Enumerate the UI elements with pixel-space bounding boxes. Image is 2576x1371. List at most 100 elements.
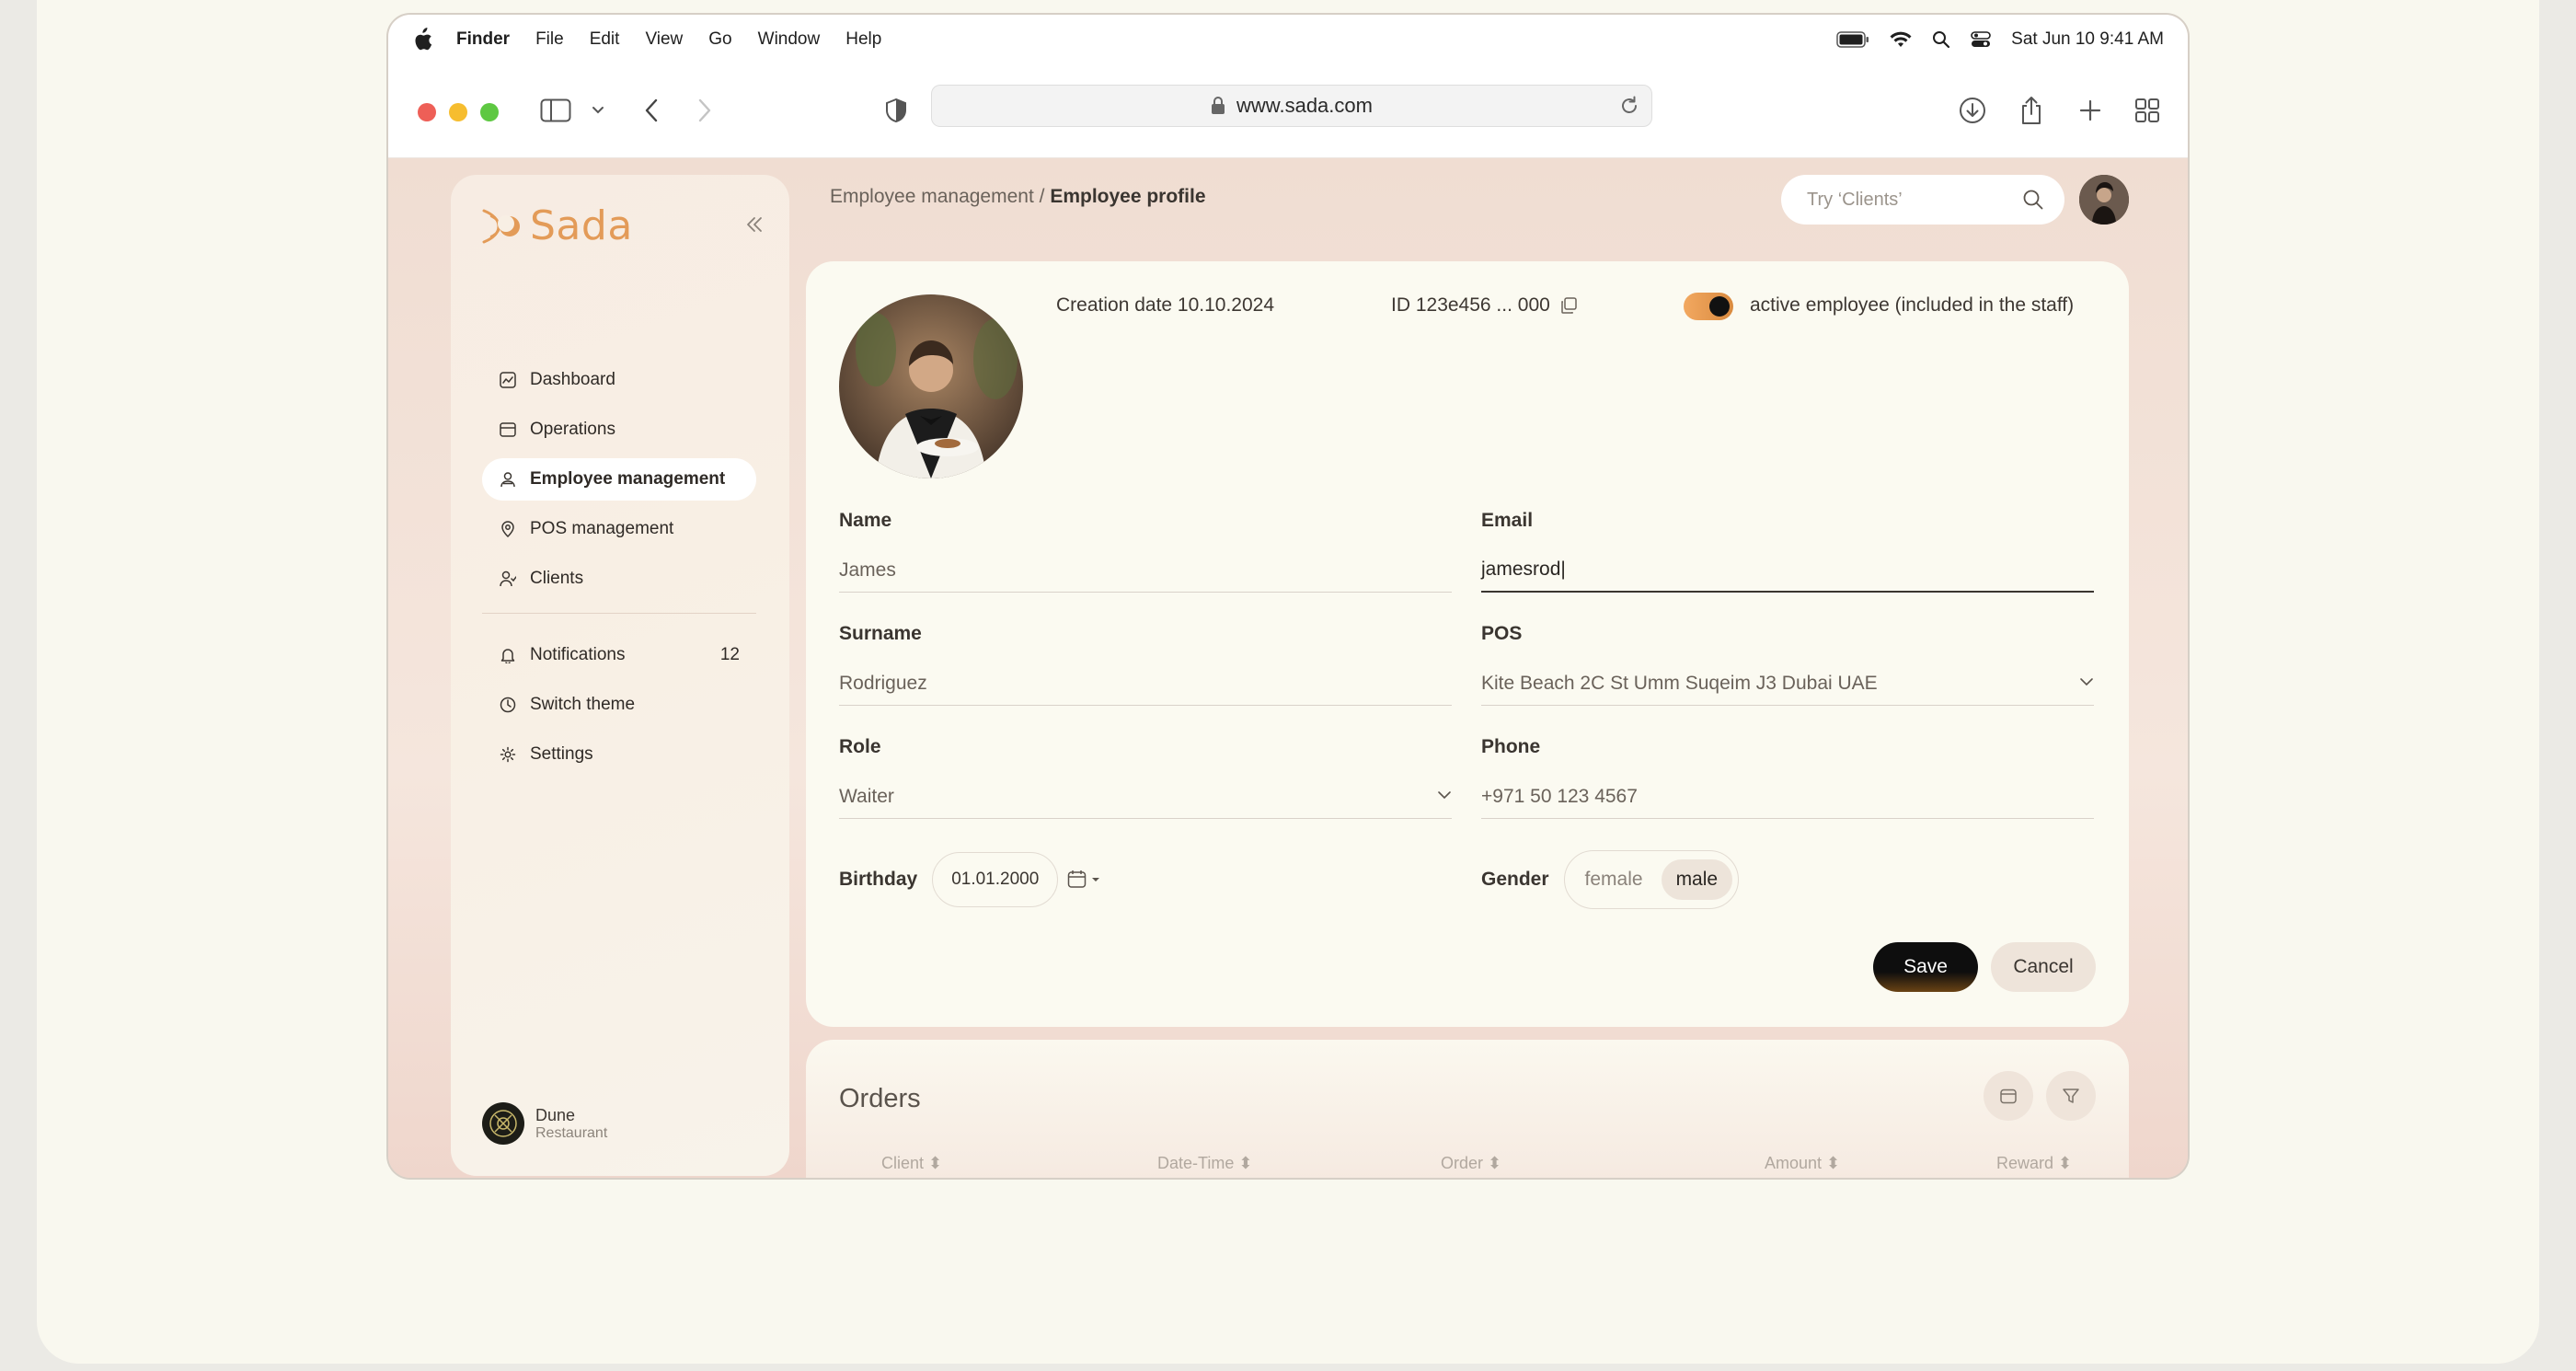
back-icon[interactable] — [631, 90, 672, 131]
menu-window[interactable]: Window — [758, 29, 821, 50]
search-icon[interactable] — [2022, 189, 2044, 211]
menu-clock[interactable]: Sat Jun 10 9:41 AM — [2011, 29, 2164, 50]
menu-app-finder[interactable]: Finder — [456, 29, 510, 50]
reload-icon[interactable] — [1618, 95, 1640, 117]
breadcrumb-parent[interactable]: Employee management / — [830, 186, 1044, 207]
collapse-sidebar-icon[interactable] — [745, 215, 764, 238]
column-header-date-time[interactable]: Date-Time ⬍ — [1157, 1154, 1252, 1173]
zoom-window-button[interactable] — [480, 103, 499, 121]
phone-input[interactable]: +971 50 123 4567 — [1481, 775, 2094, 819]
app-main: Sada Dashboard Operations Employee manag… — [388, 158, 2188, 1178]
role-select[interactable]: Waiter — [839, 775, 1452, 819]
filter-button[interactable] — [2046, 1071, 2096, 1121]
bell-icon — [499, 646, 517, 664]
employee-photo[interactable] — [839, 294, 1023, 478]
sidebar-item-operations[interactable]: Operations — [482, 409, 756, 451]
sidebar-item-notifications[interactable]: Notifications 12 — [482, 634, 756, 676]
column-label: Order — [1441, 1154, 1484, 1172]
sidebar-item-pos-management[interactable]: POS management — [482, 508, 756, 550]
orders-panel: Orders Client ⬍ Date-Time ⬍ Order ⬍ Amou… — [806, 1040, 2129, 1178]
surname-input[interactable]: Rodriguez — [839, 662, 1452, 706]
sidebar-item-label: Clients — [530, 569, 584, 588]
menu-edit[interactable]: Edit — [590, 29, 620, 50]
wallet-icon — [499, 421, 517, 439]
chevron-down-icon[interactable] — [578, 90, 618, 131]
sidebar-item-settings[interactable]: Settings — [482, 733, 756, 776]
birthday-input[interactable]: 01.01.2000 — [932, 852, 1059, 907]
tab-overview-icon[interactable] — [2127, 90, 2168, 131]
copy-icon[interactable] — [1559, 296, 1578, 315]
sidebar-item-switch-theme[interactable]: Switch theme — [482, 684, 756, 726]
menu-bar: Finder File Edit View Go Window Help Sat… — [388, 15, 2188, 64]
column-header-client[interactable]: Client ⬍ — [881, 1154, 942, 1173]
url-text: www.sada.com — [1236, 94, 1373, 117]
sidebar-item-dashboard[interactable]: Dashboard — [482, 359, 756, 401]
sidebar-item-clients[interactable]: Clients — [482, 558, 756, 600]
pos-select[interactable]: Kite Beach 2C St Umm Suqeim J3 Dubai UAE — [1481, 662, 2094, 706]
forward-icon[interactable] — [684, 90, 725, 131]
chevron-down-icon[interactable] — [1437, 789, 1452, 801]
surname-label: Surname — [839, 623, 922, 644]
restaurant-avatar — [482, 1102, 524, 1145]
column-label: Client — [881, 1154, 925, 1172]
name-label: Name — [839, 510, 892, 531]
close-window-button[interactable] — [418, 103, 436, 121]
download-icon[interactable] — [1952, 90, 1993, 131]
gear-icon — [499, 745, 517, 764]
spotlight-search-icon[interactable] — [1932, 30, 1950, 49]
menu-go[interactable]: Go — [708, 29, 731, 50]
orders-title: Orders — [839, 1084, 921, 1113]
user-avatar[interactable] — [2079, 175, 2129, 225]
cancel-button[interactable]: Cancel — [1991, 942, 2096, 992]
brand-logo[interactable]: Sada — [478, 202, 633, 249]
role-label: Role — [839, 736, 881, 757]
gender-option-female[interactable]: female — [1570, 859, 1658, 900]
minimize-window-button[interactable] — [449, 103, 467, 121]
menu-file[interactable]: File — [535, 29, 564, 50]
share-icon[interactable] — [2011, 90, 2052, 131]
column-label: Reward — [1996, 1154, 2054, 1172]
sidebar: Sada Dashboard Operations Employee manag… — [451, 175, 789, 1176]
date-filter-button[interactable] — [1984, 1071, 2033, 1121]
new-tab-icon[interactable] — [2070, 90, 2110, 131]
phone-label: Phone — [1481, 736, 1541, 757]
employee-id: ID 123e456 ... 000 — [1391, 294, 1578, 317]
control-center-icon[interactable] — [1971, 30, 1991, 49]
gender-segmented-control: female male — [1563, 850, 1740, 909]
save-button[interactable]: Save — [1873, 942, 1978, 992]
apple-icon[interactable] — [412, 28, 432, 52]
privacy-shield-icon[interactable] — [876, 90, 916, 131]
column-header-order[interactable]: Order ⬍ — [1441, 1154, 1501, 1173]
browser-window: Finder File Edit View Go Window Help Sat… — [386, 13, 2190, 1180]
sidebar-item-label: Dashboard — [530, 370, 615, 389]
address-bar[interactable]: www.sada.com — [931, 85, 1652, 127]
name-field: Name James — [839, 510, 1452, 593]
creation-date-text: Creation date 10.10.2024 — [1056, 294, 1275, 316]
theme-icon — [499, 696, 517, 714]
sidebar-toggle-icon[interactable] — [535, 90, 576, 131]
calendar-icon[interactable] — [1067, 870, 1102, 890]
email-label: Email — [1481, 510, 1534, 531]
search-input[interactable]: Try ‘Clients’ — [1781, 175, 2064, 225]
email-field: Email jamesrod| — [1481, 510, 2094, 593]
account-switcher[interactable]: Dune Restaurant — [482, 1102, 607, 1145]
menu-view[interactable]: View — [645, 29, 683, 50]
battery-icon[interactable] — [1836, 31, 1869, 48]
email-input[interactable]: jamesrod| — [1481, 548, 2094, 593]
column-header-reward[interactable]: Reward ⬍ — [1996, 1154, 2072, 1173]
wifi-icon[interactable] — [1890, 31, 1912, 48]
gender-option-male[interactable]: male — [1661, 859, 1733, 900]
column-label: Amount — [1765, 1154, 1823, 1172]
active-employee-label: active employee (included in the staff) — [1750, 294, 2075, 316]
gender-label: Gender — [1481, 869, 1549, 890]
sidebar-item-employee-management[interactable]: Employee management — [482, 458, 756, 501]
breadcrumb: Employee management / Employee profile — [830, 186, 1206, 208]
employee-profile-card: Creation date 10.10.2024 ID 123e456 ... … — [806, 261, 2129, 1027]
chevron-down-icon[interactable] — [2079, 676, 2094, 687]
column-header-amount[interactable]: Amount ⬍ — [1765, 1154, 1840, 1173]
sidebar-divider — [482, 613, 756, 614]
active-employee-toggle[interactable] — [1684, 293, 1733, 320]
name-input[interactable]: James — [839, 548, 1452, 593]
pos-selected-value: Kite Beach 2C St Umm Suqeim J3 Dubai UAE — [1481, 672, 1878, 694]
menu-help[interactable]: Help — [845, 29, 881, 50]
